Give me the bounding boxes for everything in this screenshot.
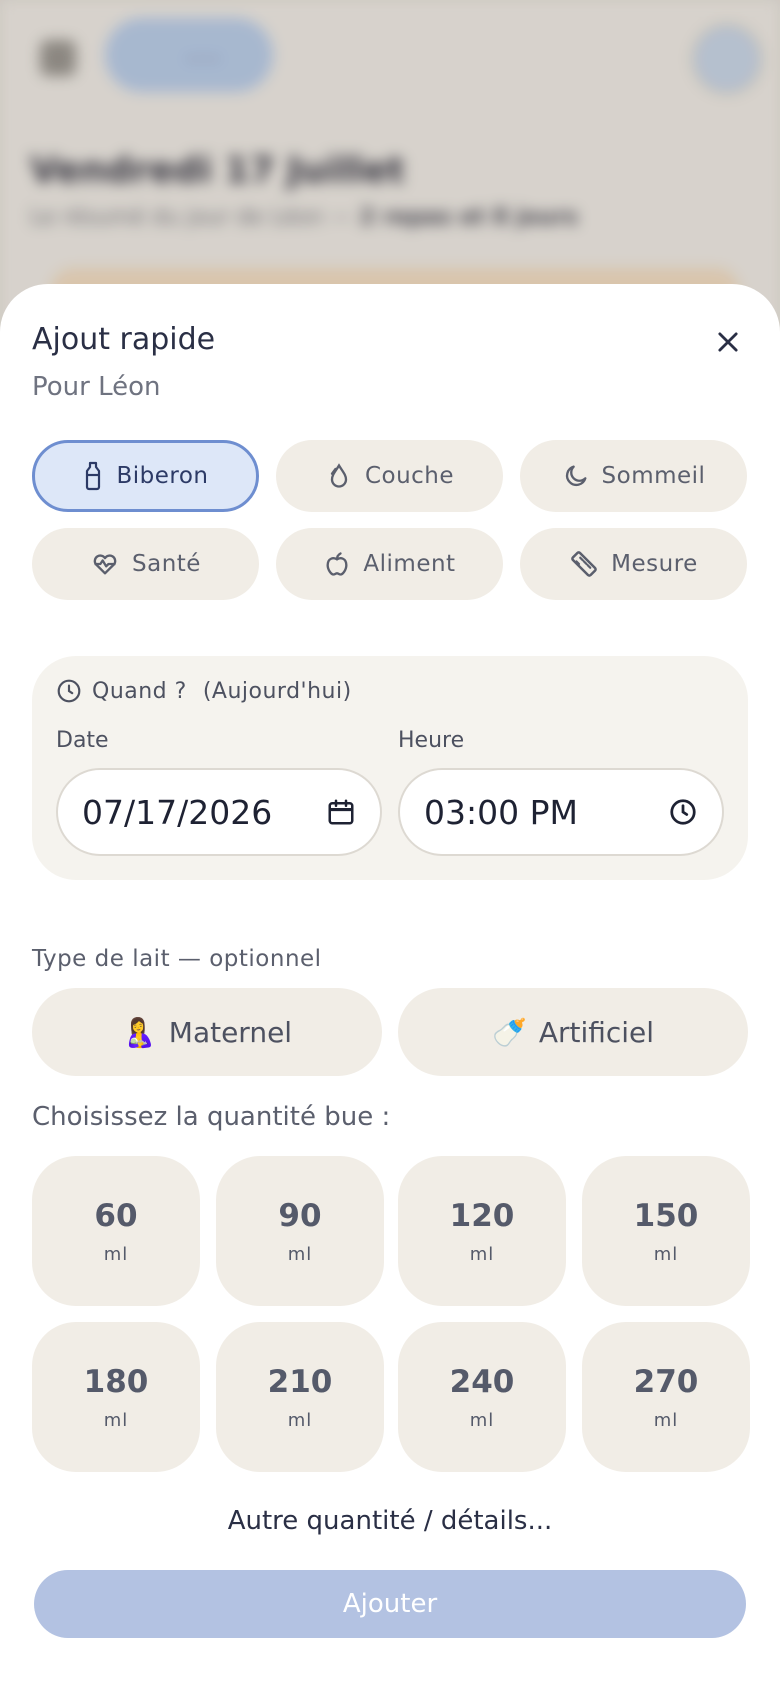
moon-icon — [565, 465, 587, 487]
heart-pulse-icon — [93, 554, 117, 575]
close-button[interactable] — [700, 314, 756, 370]
category-label: Mesure — [611, 551, 698, 577]
category-aliment[interactable]: Aliment — [276, 528, 503, 600]
quantity-option-150[interactable]: 150 ml — [582, 1156, 750, 1306]
quantity-value: 120 — [449, 1197, 515, 1234]
quantity-label: Choisissez la quantité bue : — [32, 1102, 391, 1132]
quantity-unit: ml — [469, 1409, 495, 1431]
when-card: Quand ? (Aujourd'hui) Date Heure 07/17/2… — [32, 656, 748, 880]
category-biberon[interactable]: Biberon — [32, 440, 259, 512]
when-header: Quand ? (Aujourd'hui) — [56, 678, 352, 704]
quantity-unit: ml — [287, 1243, 313, 1265]
quantity-value: 60 — [94, 1197, 138, 1234]
quantity-unit: ml — [653, 1243, 679, 1265]
milk-option-maternel[interactable]: 🤱 Maternel — [32, 988, 382, 1076]
sheet-title: Ajout rapide — [32, 322, 216, 357]
clock-icon[interactable] — [668, 797, 698, 827]
bottle-icon — [86, 461, 101, 491]
category-label: Biberon — [116, 463, 209, 489]
category-label: Aliment — [363, 551, 456, 577]
other-quantity-link[interactable]: Autre quantité / détails... — [0, 1506, 780, 1536]
milk-option-label: Artificiel — [538, 1015, 655, 1049]
quantity-option-210[interactable]: 210 ml — [216, 1322, 384, 1472]
category-label: Couche — [364, 463, 455, 489]
drop-icon — [330, 463, 348, 488]
time-input[interactable]: 03:00 PM — [398, 768, 724, 856]
quantity-value: 270 — [633, 1363, 699, 1400]
quantity-unit: ml — [103, 1243, 129, 1265]
ruler-icon — [571, 551, 598, 577]
time-label: Heure — [398, 728, 465, 753]
quantity-option-90[interactable]: 90 ml — [216, 1156, 384, 1306]
quantity-unit: ml — [287, 1409, 313, 1431]
quantity-value: 150 — [633, 1197, 699, 1234]
category-label: Sommeil — [601, 463, 706, 489]
quantity-value: 90 — [278, 1197, 322, 1234]
quantity-option-60[interactable]: 60 ml — [32, 1156, 200, 1306]
category-mesure[interactable]: Mesure — [520, 528, 747, 600]
category-sommeil[interactable]: Sommeil — [520, 440, 747, 512]
close-icon — [718, 332, 738, 352]
add-button[interactable]: Ajouter — [34, 1570, 746, 1638]
calendar-icon[interactable] — [326, 797, 356, 827]
quantity-option-120[interactable]: 120 ml — [398, 1156, 566, 1306]
quantity-unit: ml — [469, 1243, 495, 1265]
date-input[interactable]: 07/17/2026 — [56, 768, 382, 856]
date-value: 07/17/2026 — [82, 792, 273, 832]
milk-type-label: Type de lait — optionnel — [32, 946, 322, 972]
milk-option-artificiel[interactable]: 🍼 Artificiel — [398, 988, 748, 1076]
apple-icon — [326, 552, 348, 576]
quantity-unit: ml — [653, 1409, 679, 1431]
quantity-value: 180 — [83, 1363, 149, 1400]
category-couche[interactable]: Couche — [276, 440, 503, 512]
milk-option-label: Maternel — [168, 1015, 293, 1049]
breastfeeding-icon: 🤱 — [121, 1015, 157, 1049]
time-value: 03:00 PM — [424, 792, 578, 832]
date-label: Date — [56, 728, 109, 753]
baby-bottle-icon: 🍼 — [491, 1015, 527, 1049]
category-sante[interactable]: Santé — [32, 528, 259, 600]
when-label: Quand ? — [92, 678, 187, 704]
when-hint: (Aujourd'hui) — [202, 678, 352, 704]
quantity-option-270[interactable]: 270 ml — [582, 1322, 750, 1472]
category-label: Santé — [132, 551, 201, 577]
quantity-option-240[interactable]: 240 ml — [398, 1322, 566, 1472]
quick-add-sheet: Ajout rapide Pour Léon Biberon Couche So… — [0, 284, 780, 1688]
sheet-subtitle: Pour Léon — [32, 372, 161, 402]
quantity-value: 240 — [449, 1363, 515, 1400]
clock-icon — [57, 679, 81, 703]
quantity-value: 210 — [267, 1363, 333, 1400]
quantity-option-180[interactable]: 180 ml — [32, 1322, 200, 1472]
quantity-unit: ml — [103, 1409, 129, 1431]
